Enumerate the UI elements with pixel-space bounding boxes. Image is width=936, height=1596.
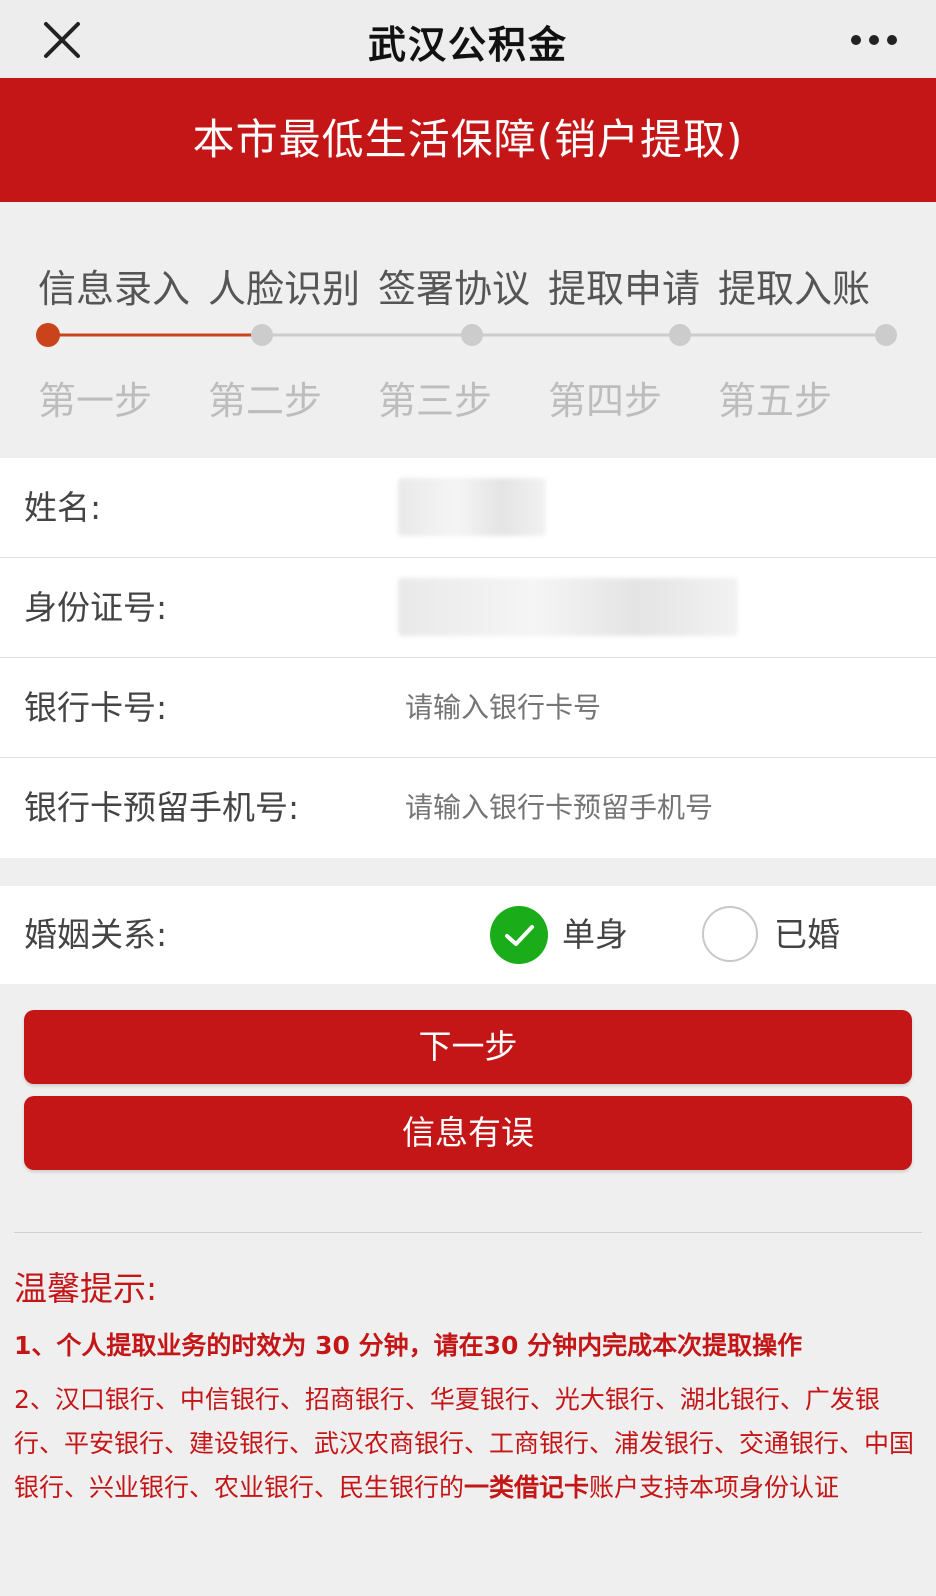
navbar: 武汉公积金 <box>0 0 936 78</box>
tip-1: 1、个人提取业务的时效为 30 分钟，请在30 分钟内完成本次提取操作 <box>14 1331 803 1360</box>
radio-single[interactable] <box>490 906 548 964</box>
next-step-button[interactable]: 下一步 <box>24 1010 912 1084</box>
step-1-name: 信息录入 <box>38 267 191 311</box>
id-number-value-redacted <box>398 578 738 636</box>
step-4-dot <box>669 324 691 346</box>
info-form: 姓名: 身份证号: 银行卡号: 银行卡预留手机号: <box>0 458 936 858</box>
marital-label: 婚姻关系: <box>24 915 168 954</box>
bank-card-input[interactable] <box>405 658 905 758</box>
page-title: 武汉公积金 <box>367 23 568 67</box>
step-3-number: 第三步 <box>378 379 493 423</box>
more-icon[interactable] <box>846 28 902 52</box>
step-4-name: 提取申请 <box>548 267 701 311</box>
phone-row: 银行卡预留手机号: <box>0 758 936 858</box>
phone-label: 银行卡预留手机号: <box>24 788 300 827</box>
radio-single-label[interactable]: 单身 <box>562 886 628 984</box>
radio-married[interactable] <box>702 906 758 962</box>
name-label: 姓名: <box>24 488 102 527</box>
step-2-dot <box>251 324 273 346</box>
info-error-button[interactable]: 信息有误 <box>24 1096 912 1170</box>
step-2-number: 第二步 <box>208 379 323 423</box>
marital-row: 婚姻关系: 单身 已婚 <box>0 886 936 984</box>
id-number-row: 身份证号: <box>0 558 936 658</box>
step-3-dot <box>461 324 483 346</box>
bank-card-label: 银行卡号: <box>24 688 168 727</box>
step-progress: 信息录入 人脸识别 签署协议 提取申请 提取入账 第一步 第二步 第三步 第四步… <box>0 202 936 458</box>
bank-card-row: 银行卡号: <box>0 658 936 758</box>
step-5-dot <box>875 324 897 346</box>
step-5-name: 提取入账 <box>718 267 871 311</box>
phone-input[interactable] <box>405 758 905 858</box>
service-banner: 本市最低生活保障(销户提取) <box>0 78 936 202</box>
step-2-name: 人脸识别 <box>208 267 361 311</box>
step-track <box>36 323 897 347</box>
tips-title: 温馨提示: <box>14 1269 158 1308</box>
step-3-name: 签署协议 <box>378 267 531 311</box>
id-number-label: 身份证号: <box>24 588 168 627</box>
tip-2: 2、汉口银行、中信银行、招商银行、华夏银行、光大银行、湖北银行、广发银行、平安银… <box>14 1378 924 1510</box>
name-row: 姓名: <box>0 458 936 558</box>
step-1-dot <box>36 323 60 347</box>
divider <box>14 1232 922 1233</box>
step-4-number: 第四步 <box>548 379 663 423</box>
name-value-redacted <box>398 478 546 536</box>
radio-married-label[interactable]: 已婚 <box>774 886 840 984</box>
tip-2-suffix: 账户支持本项身份认证 <box>589 1473 840 1502</box>
tip-2-bold: 一类借记卡 <box>464 1473 590 1502</box>
check-icon <box>505 925 534 946</box>
step-1-number: 第一步 <box>38 379 153 423</box>
step-5-number: 第五步 <box>718 379 833 423</box>
